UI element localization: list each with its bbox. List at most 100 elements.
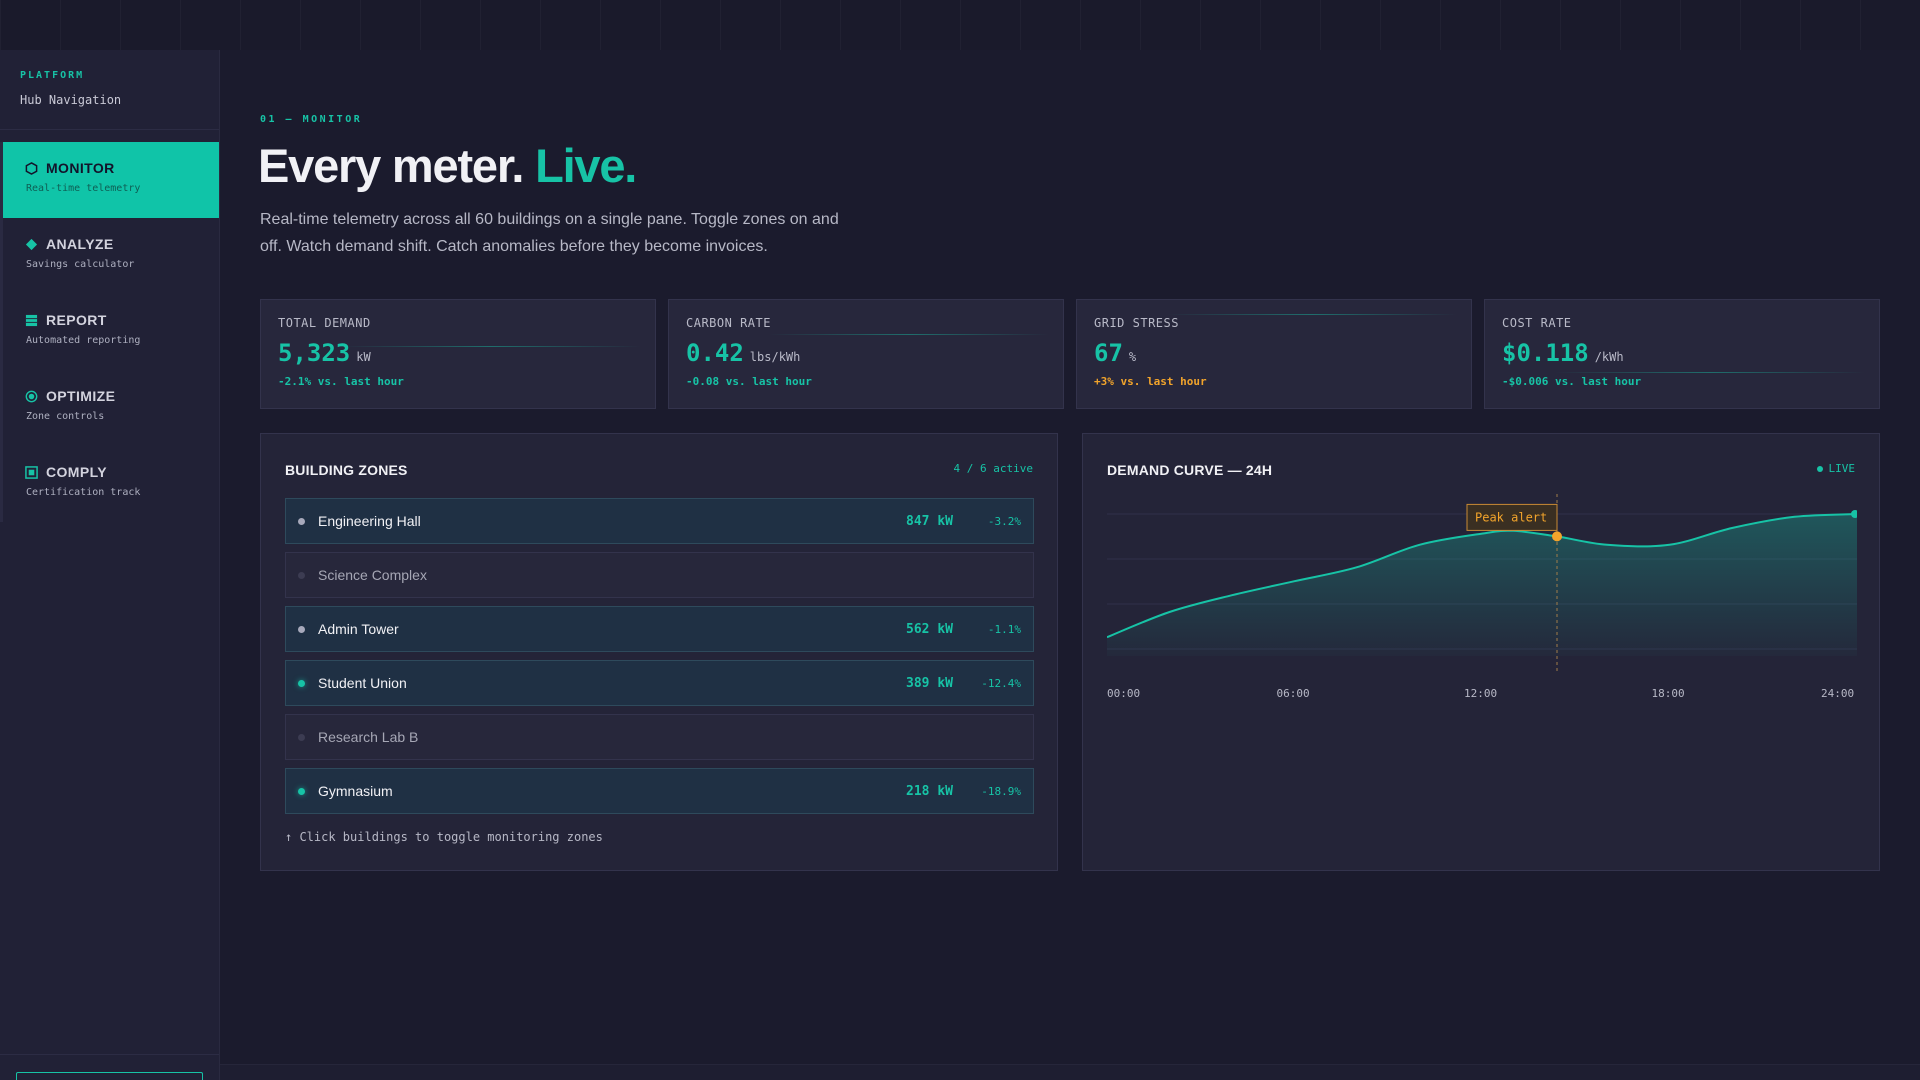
zone-science-complex[interactable]: Science Complex bbox=[285, 552, 1034, 598]
peak-alert-label: Peak alert bbox=[1475, 510, 1547, 524]
zone-student-union[interactable]: Student Union 389 kW -12.4% bbox=[285, 660, 1034, 706]
zone-demand: 218 kW bbox=[906, 783, 953, 799]
zone-change: -18.9% bbox=[981, 784, 1021, 798]
stat-label: GRID STRESS bbox=[1094, 316, 1179, 330]
stat-label: TOTAL DEMAND bbox=[278, 316, 371, 330]
zones-hint: ↑ Click buildings to toggle monitoring z… bbox=[285, 830, 603, 844]
status-dot bbox=[298, 517, 305, 525]
sidebar-item-label: COMPLY bbox=[46, 464, 108, 480]
stat-label: CARBON RATE bbox=[686, 316, 771, 330]
sidebar-item-analyze[interactable]: ANALYZE Savings calculator bbox=[3, 218, 219, 294]
title-main: Every meter. bbox=[258, 139, 524, 192]
sidebar-item-sub: Automated reporting bbox=[26, 335, 141, 346]
stat-unit: /kWh bbox=[1594, 350, 1624, 364]
panel-title: BUILDING ZONES bbox=[285, 462, 408, 478]
sidebar-item-optimize[interactable]: OPTIMIZE Zone controls bbox=[3, 370, 219, 446]
stat-delta: +3% vs. last hour bbox=[1094, 375, 1207, 388]
stat-delta: -0.08 vs. last hour bbox=[686, 375, 812, 388]
zone-list: Engineering Hall 847 kW -3.2% Science Co… bbox=[285, 498, 1034, 822]
sidebar-item-sub: Real-time telemetry bbox=[26, 183, 141, 194]
live-label: LIVE bbox=[1828, 462, 1856, 475]
stat-delta: -$0.006 vs. last hour bbox=[1502, 375, 1642, 388]
section-kicker: 01 — MONITOR bbox=[260, 114, 363, 125]
demand-area bbox=[1107, 514, 1857, 656]
sidebar-header: PLATFORM Hub Navigation bbox=[0, 50, 219, 130]
status-dot bbox=[298, 787, 305, 795]
stat-delta: -2.1% vs. last hour bbox=[278, 375, 404, 388]
zone-demand: 562 kW bbox=[906, 621, 953, 637]
sidebar-item-sub: Savings calculator bbox=[26, 259, 135, 270]
title-accent: Live. bbox=[535, 139, 637, 192]
peak-point bbox=[1552, 531, 1562, 542]
stat-card-carbon-rate: CARBON RATE 0.42 lbs/kWh -0.08 vs. last h… bbox=[668, 299, 1064, 409]
sidebar-footer bbox=[0, 1054, 219, 1080]
sidebar-item-sub: Zone controls bbox=[26, 411, 105, 422]
sidebar-item-monitor[interactable]: MONITOR Real-time telemetry bbox=[3, 142, 219, 218]
stat-value: 5,323 bbox=[278, 339, 351, 367]
diamond-icon bbox=[24, 237, 38, 251]
stat-value: 67 bbox=[1094, 339, 1123, 367]
x-tick-label: 00:00 bbox=[1107, 687, 1141, 700]
sidebar-kicker: PLATFORM bbox=[20, 70, 85, 81]
zone-name: Science Complex bbox=[318, 567, 427, 583]
sidebar-item-report[interactable]: REPORT Automated reporting bbox=[3, 294, 219, 370]
sidebar-item-label: ANALYZE bbox=[46, 236, 114, 252]
zone-admin-tower[interactable]: Admin Tower 562 kW -1.1% bbox=[285, 606, 1034, 652]
zone-name: Gymnasium bbox=[318, 783, 393, 799]
demand-curve-chart: Peak alert bbox=[1107, 494, 1857, 672]
zone-demand: 389 kW bbox=[906, 675, 953, 691]
status-dot bbox=[298, 571, 305, 579]
x-tick-label: 24:00 bbox=[1821, 687, 1855, 700]
peak-alert-tag: Peak alert bbox=[1466, 503, 1558, 531]
stat-card-grid-stress: GRID STRESS 67% +3% vs. last hour bbox=[1076, 299, 1472, 409]
zone-name: Engineering Hall bbox=[318, 513, 421, 529]
page-lead: Real-time telemetry across all 60 buildi… bbox=[260, 211, 839, 255]
zone-research-lab-b[interactable]: Research Lab B bbox=[285, 714, 1034, 760]
top-bar bbox=[0, 0, 1920, 50]
stat-value: $0.118 bbox=[1502, 339, 1589, 367]
target-icon bbox=[24, 389, 38, 403]
zone-demand: 847 kW bbox=[906, 513, 953, 529]
sidebar-footer-button[interactable] bbox=[16, 1072, 203, 1080]
stat-card-cost-rate: COST RATE $0.118/kWh -$0.006 vs. last ho… bbox=[1484, 299, 1880, 409]
sidebar-item-sub: Certification track bbox=[26, 487, 141, 498]
building-zones-panel: BUILDING ZONES 4 / 6 active Engineering … bbox=[260, 433, 1058, 871]
zone-name: Student Union bbox=[318, 675, 407, 691]
zone-change: -3.2% bbox=[987, 514, 1021, 528]
stat-unit: lbs/kWh bbox=[749, 350, 801, 364]
x-tick-label: 06:00 bbox=[1276, 687, 1310, 700]
stat-sparkline bbox=[1555, 372, 1865, 373]
demand-curve-panel: DEMAND CURVE — 24H LIVE Peak alert 00:00… bbox=[1082, 433, 1880, 871]
zone-change: -1.1% bbox=[987, 622, 1021, 636]
sidebar-item-comply[interactable]: COMPLY Certification track bbox=[3, 446, 219, 522]
x-tick-label: 12:00 bbox=[1464, 687, 1498, 700]
stat-sparkline bbox=[341, 346, 641, 347]
status-dot bbox=[298, 679, 305, 687]
stat-card-total-demand: TOTAL DEMAND 5,323 kW -2.1% vs. last hour bbox=[260, 299, 656, 409]
sidebar-title: Hub Navigation bbox=[20, 93, 122, 107]
zone-name: Admin Tower bbox=[318, 621, 399, 637]
stat-sparkline bbox=[769, 334, 1049, 335]
zone-engineering-hall[interactable]: Engineering Hall 847 kW -3.2% bbox=[285, 498, 1034, 544]
panel-title: DEMAND CURVE — 24H bbox=[1107, 462, 1273, 478]
sidebar-item-label: REPORT bbox=[46, 312, 107, 328]
stat-value: 0.42 bbox=[686, 339, 744, 367]
grid-square-icon bbox=[24, 313, 38, 327]
stat-sparkline bbox=[1167, 314, 1457, 315]
stat-cards: TOTAL DEMAND 5,323 kW -2.1% vs. last hour… bbox=[260, 299, 1880, 409]
live-indicator: LIVE bbox=[1816, 462, 1856, 475]
stat-unit: kW bbox=[356, 350, 371, 364]
status-dot bbox=[298, 733, 305, 741]
x-tick-label: 18:00 bbox=[1651, 687, 1685, 700]
square-check-icon bbox=[24, 465, 38, 479]
hexagon-icon bbox=[24, 161, 38, 175]
sidebar-item-label: MONITOR bbox=[46, 160, 115, 176]
sidebar: PLATFORM Hub Navigation MONITOR Real-tim… bbox=[0, 50, 220, 1080]
zone-gymnasium[interactable]: Gymnasium 218 kW -18.9% bbox=[285, 768, 1034, 814]
sidebar-nav: MONITOR Real-time telemetry ANALYZE Savi… bbox=[0, 142, 219, 522]
active-count: 4 / 6 active bbox=[953, 462, 1033, 475]
live-dot-icon bbox=[1816, 465, 1823, 472]
stat-label: COST RATE bbox=[1502, 316, 1572, 330]
zone-name: Research Lab B bbox=[318, 729, 419, 745]
bottom-bar bbox=[220, 1064, 1920, 1080]
